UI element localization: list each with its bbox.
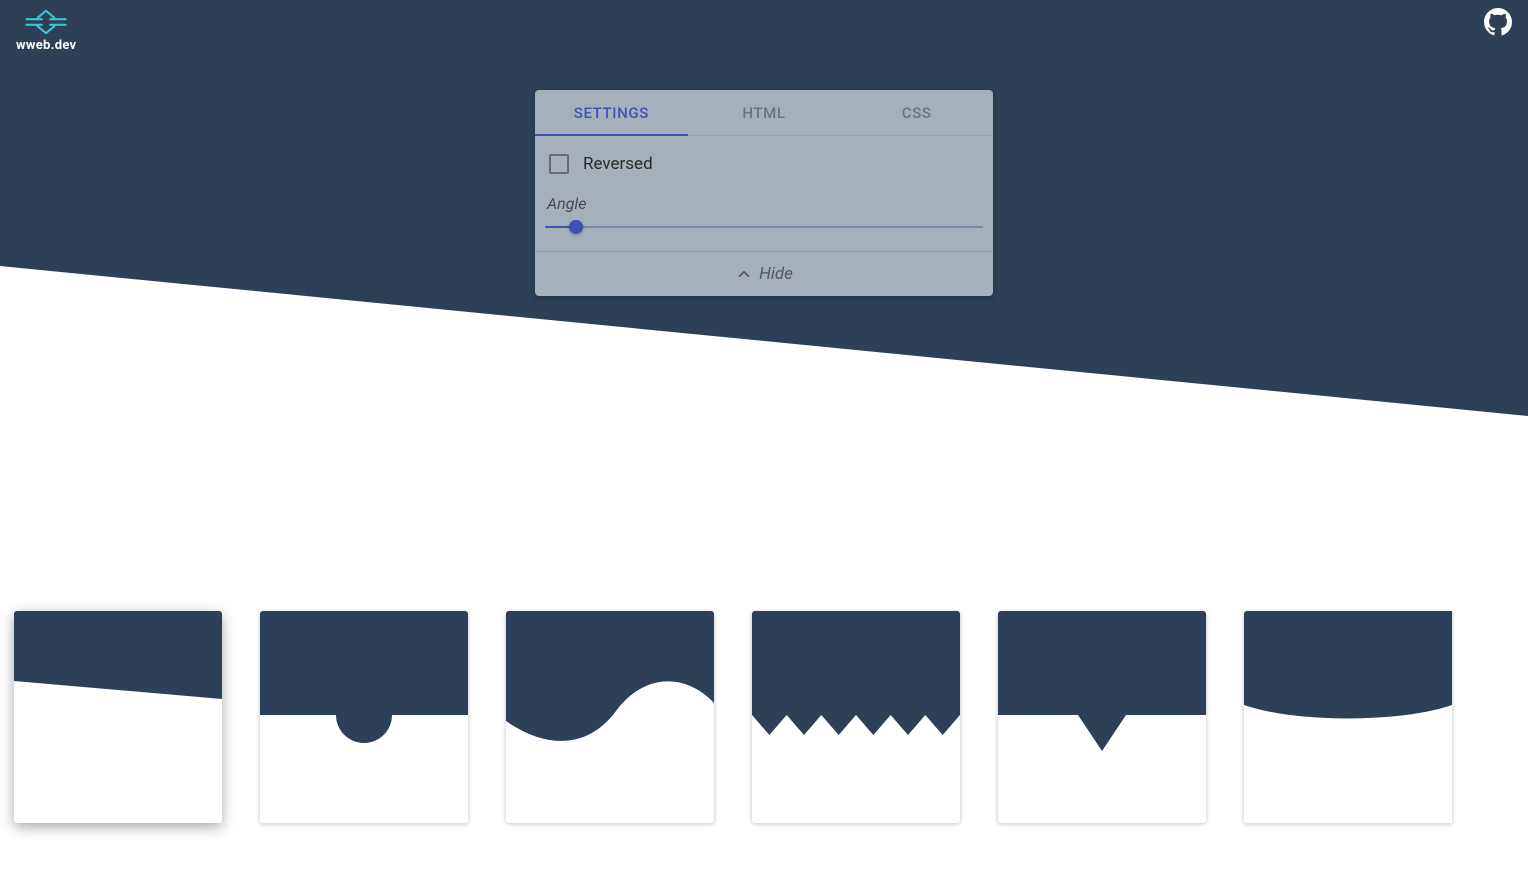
thumb-wave-icon: [506, 611, 714, 761]
chevron-up-icon: [735, 265, 753, 283]
thumb-triangle[interactable]: [998, 611, 1206, 823]
slider-track: [545, 226, 983, 228]
hide-label: Hide: [759, 264, 793, 284]
settings-body: Reversed Angle: [535, 136, 993, 251]
thumb-skew-icon: [14, 611, 222, 721]
github-icon: [1484, 8, 1512, 36]
slider-thumb[interactable]: [569, 220, 583, 234]
thumb-curve[interactable]: [1244, 611, 1452, 823]
angle-slider[interactable]: [545, 215, 983, 239]
tab-html[interactable]: HTML: [688, 90, 841, 135]
settings-panel: SETTINGS HTML CSS Reversed Angle: [535, 90, 993, 296]
brand-name: wweb.dev: [16, 38, 76, 53]
thumb-semi-circle-icon: [260, 611, 468, 751]
separator-thumbnails: [0, 611, 1528, 823]
thumb-wave[interactable]: [506, 611, 714, 823]
tab-settings[interactable]: SETTINGS: [535, 90, 688, 135]
hide-toggle[interactable]: Hide: [535, 251, 993, 296]
github-link[interactable]: [1484, 8, 1512, 40]
logo-icon: [22, 8, 70, 36]
tabs: SETTINGS HTML CSS: [535, 90, 993, 136]
brand-logo[interactable]: wweb.dev: [16, 8, 76, 53]
topbar: wweb.dev: [0, 0, 1528, 61]
thumb-semi-circle[interactable]: [260, 611, 468, 823]
thumb-triangle-icon: [998, 611, 1206, 761]
angle-label: Angle: [545, 194, 983, 213]
reversed-label: Reversed: [583, 154, 653, 174]
thumb-zigzag-icon: [752, 611, 960, 751]
reversed-checkbox[interactable]: [549, 154, 569, 174]
hero-preview: wweb.dev SETTINGS HTML CSS Reversed Angl…: [0, 0, 1528, 580]
thumb-curve-icon: [1244, 611, 1452, 731]
reversed-checkbox-row[interactable]: Reversed: [545, 150, 983, 190]
thumb-zigzag[interactable]: [752, 611, 960, 823]
thumb-skew[interactable]: [14, 611, 222, 823]
tab-css[interactable]: CSS: [840, 90, 993, 135]
